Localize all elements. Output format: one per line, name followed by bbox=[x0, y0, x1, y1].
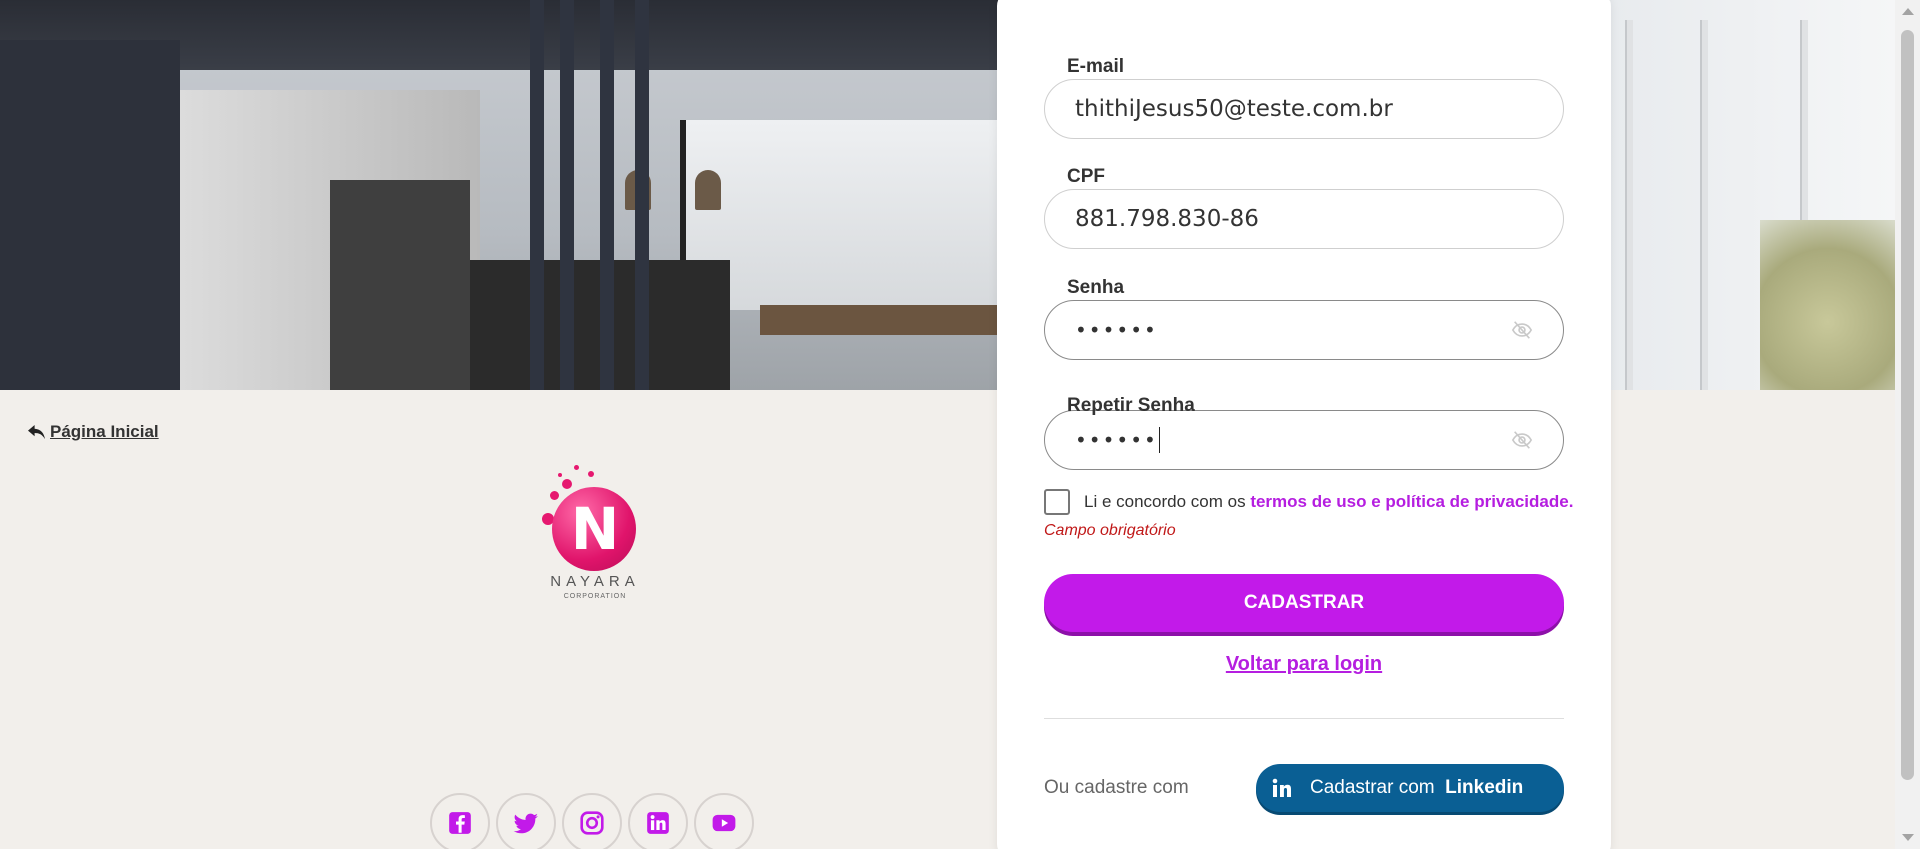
linkedin-button-prefix: Cadastrar com bbox=[1310, 777, 1435, 798]
repeat-password-field[interactable]: •••••• bbox=[1075, 428, 1158, 452]
linkedin-icon bbox=[647, 812, 669, 834]
back-to-login-link[interactable]: Voltar para login bbox=[1044, 653, 1564, 676]
social-links bbox=[430, 793, 754, 849]
twitter-button[interactable] bbox=[496, 793, 556, 849]
password-field[interactable] bbox=[1075, 318, 1511, 342]
twitter-icon bbox=[513, 813, 538, 834]
eye-off-icon[interactable] bbox=[1511, 319, 1533, 341]
facebook-button[interactable] bbox=[430, 793, 490, 849]
terms-text: Li e concordo com os termos de uso e pol… bbox=[1084, 492, 1573, 512]
email-label: E-mail bbox=[1067, 56, 1125, 77]
scroll-down-arrow-icon[interactable] bbox=[1902, 834, 1914, 841]
home-link[interactable]: Página Inicial bbox=[27, 422, 159, 442]
reply-arrow-icon bbox=[28, 424, 45, 439]
repeat-password-label: Repetir Senha bbox=[1067, 395, 1195, 416]
terms-error: Campo obrigatório bbox=[1044, 522, 1176, 539]
facebook-icon bbox=[449, 812, 471, 834]
page-scrollbar[interactable] bbox=[1895, 0, 1920, 849]
password-field-wrapper bbox=[1044, 300, 1564, 360]
terms-prefix: Li e concordo com os bbox=[1084, 492, 1251, 511]
instagram-button[interactable] bbox=[562, 793, 622, 849]
linkedin-button[interactable] bbox=[628, 793, 688, 849]
email-field-wrapper bbox=[1044, 79, 1564, 139]
text-caret bbox=[1158, 427, 1161, 453]
divider bbox=[1044, 718, 1564, 719]
register-button[interactable]: CADASTRAR bbox=[1044, 574, 1564, 632]
cpf-field[interactable] bbox=[1075, 206, 1533, 232]
linkedin-button-brand: Linkedin bbox=[1445, 777, 1524, 798]
email-field[interactable] bbox=[1075, 96, 1533, 122]
eye-off-icon[interactable] bbox=[1511, 429, 1533, 451]
youtube-button[interactable] bbox=[694, 793, 754, 849]
brand-logo: N NAYARA CORPORATION bbox=[540, 465, 650, 605]
logo-letter: N bbox=[570, 495, 620, 563]
scroll-thumb[interactable] bbox=[1901, 30, 1914, 780]
cpf-label: CPF bbox=[1067, 166, 1105, 187]
terms-row: Li e concordo com os termos de uso e pol… bbox=[1044, 489, 1573, 515]
repeat-password-field-wrapper: •••••• bbox=[1044, 410, 1564, 470]
linkedin-signup-button[interactable]: Cadastrar com Linkedin bbox=[1256, 764, 1564, 812]
brand-tagline: CORPORATION bbox=[563, 593, 627, 600]
scroll-up-arrow-icon[interactable] bbox=[1902, 8, 1914, 15]
terms-checkbox[interactable] bbox=[1044, 489, 1070, 515]
linkedin-icon bbox=[1272, 778, 1291, 797]
signup-card: E-mail CPF Senha Repetir Senha •••••• Li… bbox=[997, 0, 1611, 849]
youtube-icon bbox=[712, 814, 736, 832]
alt-signup-text: Ou cadastre com bbox=[1044, 777, 1189, 798]
cpf-field-wrapper bbox=[1044, 189, 1564, 249]
home-link-label: Página Inicial bbox=[50, 422, 159, 441]
instagram-icon bbox=[580, 811, 604, 835]
terms-link[interactable]: termos de uso e política de privacidade. bbox=[1250, 492, 1573, 511]
password-label: Senha bbox=[1067, 277, 1125, 298]
brand-name: NAYARA bbox=[550, 573, 640, 590]
